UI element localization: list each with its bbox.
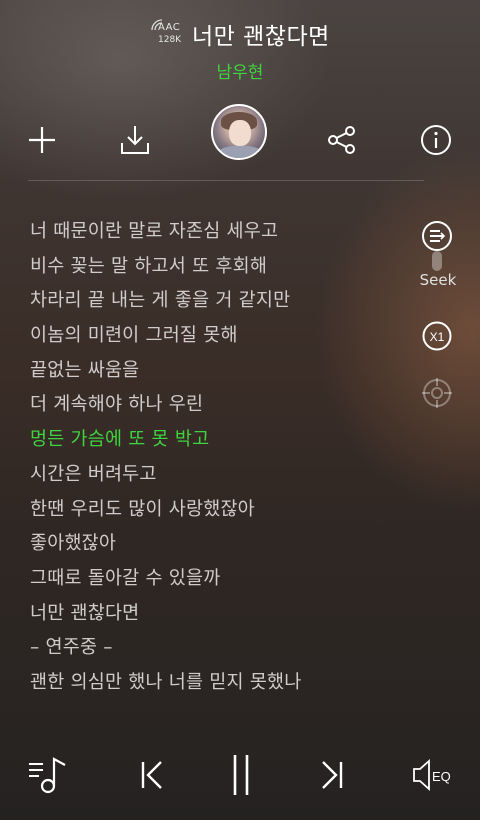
next-button[interactable] — [306, 750, 356, 800]
album-art-shirt — [217, 146, 263, 158]
lyric-line: 차라리 끝 내는 게 좋을 거 같지만 — [30, 290, 291, 312]
info-button[interactable] — [414, 118, 458, 162]
add-to-playlist-button[interactable] — [20, 118, 64, 162]
song-title: 너만 괜찮다면 — [192, 24, 330, 50]
album-art-face — [229, 120, 251, 146]
share-button[interactable] — [320, 118, 364, 162]
seek-icon[interactable] — [420, 219, 454, 253]
previous-button[interactable] — [128, 750, 178, 800]
speaker-eq-icon: EQ — [413, 758, 451, 792]
next-icon — [322, 761, 343, 789]
codec-label: AAC — [158, 22, 181, 33]
lyric-line: 끝없는 싸움을 — [30, 359, 140, 381]
pause-button[interactable] — [216, 750, 266, 800]
lyric-line: 이놈의 미련이 그러질 못해 — [30, 325, 238, 347]
seek-toggle[interactable] — [432, 251, 442, 271]
previous-icon — [141, 761, 162, 789]
lyric-line: 좋아했잖아 — [30, 533, 117, 555]
pause-icon — [233, 755, 249, 795]
speed-icon[interactable]: X1 — [421, 320, 453, 352]
lyric-line: 괜한 의심만 했나 너를 믿지 못했나 — [30, 671, 302, 693]
lyric-line: 너만 괜찮다면 — [30, 602, 140, 624]
speed-label: X1 — [430, 330, 445, 344]
eq-label: EQ — [432, 769, 451, 784]
lyric-line: 너 때문이란 말로 자존심 세우고 — [30, 221, 279, 242]
lyric-line-current: 멍든 가슴에 또 못 박고 — [30, 429, 210, 451]
playback-controls: EQ — [0, 740, 480, 810]
lyric-line: 그때로 돌아갈 수 있을까 — [30, 567, 221, 589]
target-icon[interactable] — [421, 377, 453, 409]
bitrate-label: 128K — [158, 35, 182, 45]
download-icon — [121, 126, 149, 154]
playlist-icon — [29, 757, 66, 794]
lyrics-panel[interactable]: 너 때문이란 말로 자존심 세우고 비수 꽂는 말 하고서 또 후회해 차라리 … — [30, 217, 390, 703]
action-toolbar — [0, 104, 480, 176]
download-button[interactable] — [113, 118, 157, 162]
playlist-button[interactable] — [22, 750, 72, 800]
artist-name[interactable]: 남우현 — [0, 58, 480, 83]
seek-label: Seek — [419, 271, 457, 289]
share-icon — [328, 126, 355, 154]
lyric-line: – 연주중 – — [30, 637, 113, 659]
album-art[interactable] — [211, 104, 267, 160]
lyric-line: 비수 꽂는 말 하고서 또 후회해 — [30, 255, 268, 277]
audio-quality-badge: AAC 128K — [150, 18, 186, 48]
equalizer-button[interactable]: EQ — [410, 750, 462, 800]
plus-icon — [29, 127, 55, 153]
header: AAC 128K 너만 괜찮다면 남우현 — [0, 0, 480, 100]
info-icon — [421, 125, 451, 155]
lyric-line: 더 계속해야 하나 우린 — [30, 394, 204, 416]
divider — [28, 180, 424, 181]
lyric-line: 한땐 우리도 많이 사랑했잖아 — [30, 498, 255, 520]
lyric-line: 시간은 버려두고 — [30, 463, 157, 485]
